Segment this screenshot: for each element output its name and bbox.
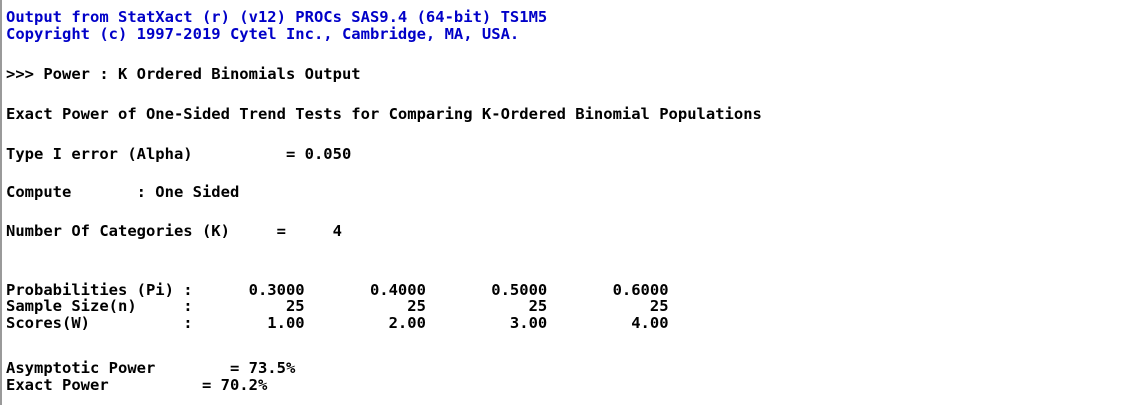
section-title: >>> Power : K Ordered Binomials Output <box>6 65 361 83</box>
asymptotic-power-line: Asymptotic Power = 73.5% <box>6 359 296 377</box>
scores-row: Scores(W) : 1.00 2.00 3.00 4.00 <box>6 314 669 332</box>
alpha-line: Type I error (Alpha) = 0.050 <box>6 145 352 163</box>
report-title: Exact Power of One-Sided Trend Tests for… <box>6 105 762 123</box>
output-header-line: Output from StatXact (r) (v12) PROCs SAS… <box>6 8 548 26</box>
output-window[interactable]: Output from StatXact (r) (v12) PROCs SAS… <box>0 0 1123 405</box>
sample-size-row: Sample Size(n) : 25 25 25 25 <box>6 297 669 315</box>
compute-line: Compute : One Sided <box>6 183 240 201</box>
categories-line: Number Of Categories (K) = 4 <box>6 222 342 240</box>
exact-power-line: Exact Power = 70.2% <box>6 376 268 394</box>
probabilities-row: Probabilities (Pi) : 0.3000 0.4000 0.500… <box>6 281 669 299</box>
copyright-line: Copyright (c) 1997-2019 Cytel Inc., Camb… <box>6 25 520 43</box>
